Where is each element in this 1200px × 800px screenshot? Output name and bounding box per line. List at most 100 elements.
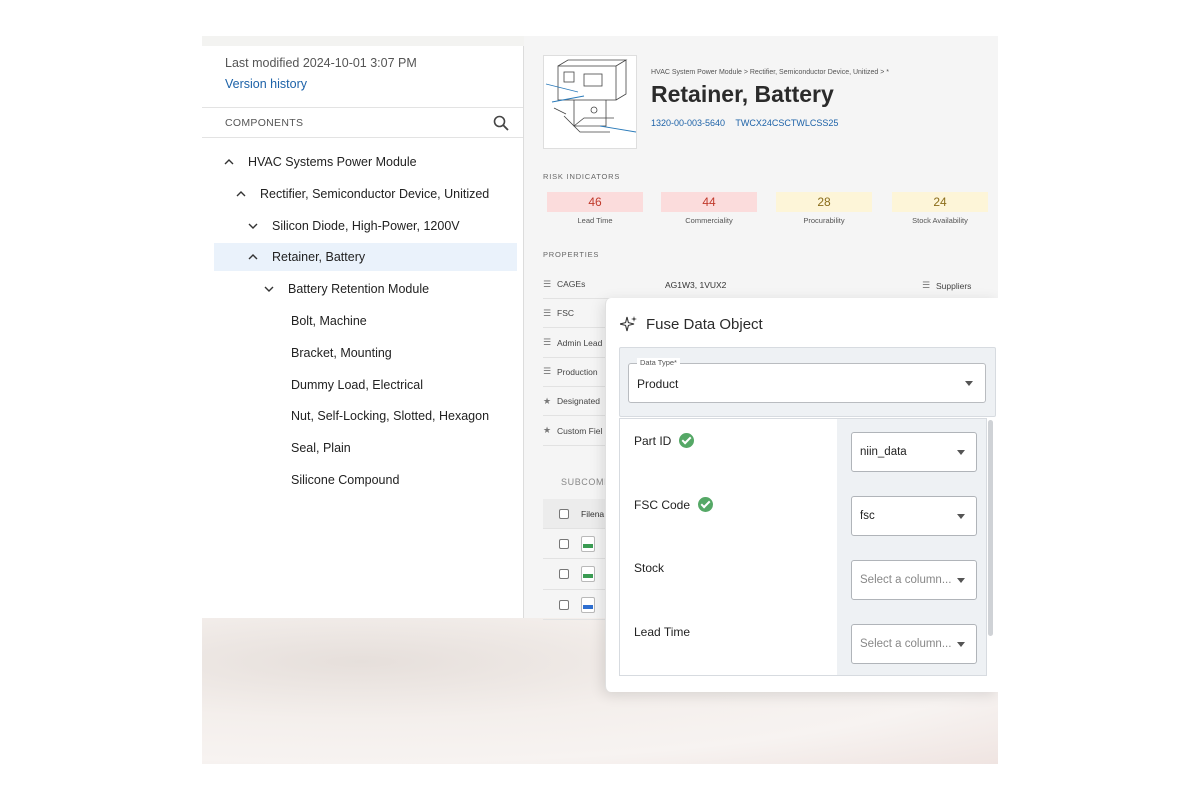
csv-file-icon [581,566,595,582]
meta-section: Last modified 2024-10-01 3:07 PM Version… [202,46,523,108]
tree-item[interactable]: Nut, Self-Locking, Slotted, Hexagon [291,402,489,430]
risk-score[interactable]: 24 [892,192,988,212]
chevron-down-icon [957,514,965,519]
components-header: COMPONENTS [202,108,523,138]
tree-item[interactable]: Silicon Diode, High-Power, 1200V [246,212,460,240]
field-name-label: Stock [634,561,665,575]
field-name: Lead Time [634,625,690,639]
star-icon: ★ [543,395,552,406]
chevron-down-icon[interactable] [246,219,260,233]
row-checkbox[interactable] [559,538,569,549]
risk-score[interactable]: 46 [547,192,643,212]
risk-label: Lead Time [577,216,613,225]
tree-item[interactable]: Rectifier, Semiconductor Device, Unitize… [234,180,489,208]
column-select-value: fsc [860,510,875,522]
tree-item-label: Bolt, Machine [291,314,367,328]
risk-score[interactable]: 44 [661,192,757,212]
mapping-row: FSC Code fsc [620,483,986,547]
column-cell: Select a column... [837,547,986,611]
fuse-data-object-dialog: Fuse Data Object Data Type* Product Part… [605,298,998,692]
filename-column-header: Filena [581,508,605,519]
dialog-title: Fuse Data Object [620,315,763,333]
csv-file-icon [581,535,595,552]
field-name: Stock [634,561,664,575]
version-history-link[interactable]: Version history [225,77,523,91]
chevron-down-icon [957,642,965,647]
list-icon: ☰ [543,278,552,289]
field-cell: Stock [620,547,837,611]
tree-item-label: Silicone Compound [291,473,400,487]
data-type-select[interactable]: Data Type* Product [628,358,986,403]
field-mapping-grid: Part ID niin_data FSC Code fsc Stock Select a… [619,418,987,676]
scrollbar[interactable] [987,418,994,676]
tree-item[interactable]: Bracket, Mounting [291,339,392,367]
tree-item-label: Retainer, Battery [272,250,366,265]
risk-score[interactable]: 28 [776,192,872,212]
tree-item-label: Nut, Self-Locking, Slotted, Hexagon [291,409,490,424]
list-icon: ☰ [543,337,552,348]
tree-item-label: Dummy Load, Electrical [291,377,423,392]
part-number-link[interactable]: TWCX24CSCTWLCSS25 [735,118,838,128]
tree-item[interactable]: HVAC Systems Power Module [222,148,417,176]
tree-item[interactable]: Bolt, Machine [291,307,367,335]
field-name: Part ID [634,433,695,448]
risk-label: Stock Availability [912,216,968,225]
tree-item-label: Battery Retention Module [288,282,430,297]
column-select[interactable]: niin_data [851,432,977,472]
star-icon: ★ [543,425,552,435]
mapping-row: Stock Select a column... [620,547,986,611]
suppliers-button[interactable]: ☰ Suppliers [922,280,971,291]
docx-file-icon [581,596,595,613]
part-thumbnail [543,55,637,149]
field-cell: FSC Code [620,483,837,547]
components-header-label: COMPONENTS [225,116,304,129]
property-label: Custom Fiel [557,425,603,436]
column-select[interactable]: Select a column... [851,560,977,600]
tree-item-label: Rectifier, Semiconductor Device, Unitize… [260,186,490,201]
column-select-placeholder: Select a column... [860,574,952,586]
dialog-title-text: Fuse Data Object [646,315,763,333]
tree-item[interactable]: Silicone Compound [291,466,399,494]
chevron-up-icon[interactable] [234,187,248,201]
property-label: Designated [557,396,601,407]
tree-item[interactable]: Battery Retention Module [262,275,429,303]
column-select[interactable]: Select a column... [851,624,977,664]
column-cell: niin_data [837,419,986,483]
tree-item[interactable]: Dummy Load, Electrical [291,371,423,399]
property-label: FSC [557,308,574,319]
list-icon: ☰ [543,366,552,377]
mapping-row: Lead Time Select a column... [620,611,986,675]
tree-item-label: Bracket, Mounting [291,345,392,360]
list-icon: ☰ [922,280,931,290]
column-select-value: niin_data [860,446,907,458]
chevron-up-icon[interactable] [246,250,260,264]
chevron-down-icon[interactable] [262,282,276,296]
subcomponents-header: SUBCOMP [561,477,611,487]
suppliers-label: Suppliers [936,280,972,291]
field-name-label: Part ID [634,433,672,448]
sparkle-icon [620,316,637,332]
field-cell: Part ID [620,419,837,483]
tree-item[interactable]: Retainer, Battery [214,243,517,272]
chevron-down-icon [957,450,965,455]
niin-link[interactable]: 1320-00-003-5640 [651,118,725,128]
chevron-up-icon[interactable] [222,155,236,169]
list-icon: ☰ [543,307,552,318]
page-title: Retainer, Battery [651,81,834,107]
property-label: Production [557,366,598,377]
breadcrumb[interactable]: HVAC System Power Module > Rectifier, Se… [651,69,889,76]
data-type-value: Product [637,377,679,391]
property-label: Admin Lead [557,337,603,348]
column-select[interactable]: fsc [851,496,977,536]
row-checkbox[interactable] [559,599,569,610]
app-window: Last modified 2024-10-01 3:07 PM Version… [202,36,998,764]
search-icon[interactable] [493,115,509,131]
scrollbar-thumb[interactable] [988,420,993,636]
row-checkbox[interactable] [559,569,569,579]
check-circle-icon [698,497,714,512]
tree-item-label: HVAC Systems Power Module [248,155,417,169]
risk-label: Procurability [803,216,845,225]
select-all-checkbox[interactable] [559,508,569,519]
tree-item[interactable]: Seal, Plain [291,434,351,462]
field-cell: Lead Time [620,611,837,675]
